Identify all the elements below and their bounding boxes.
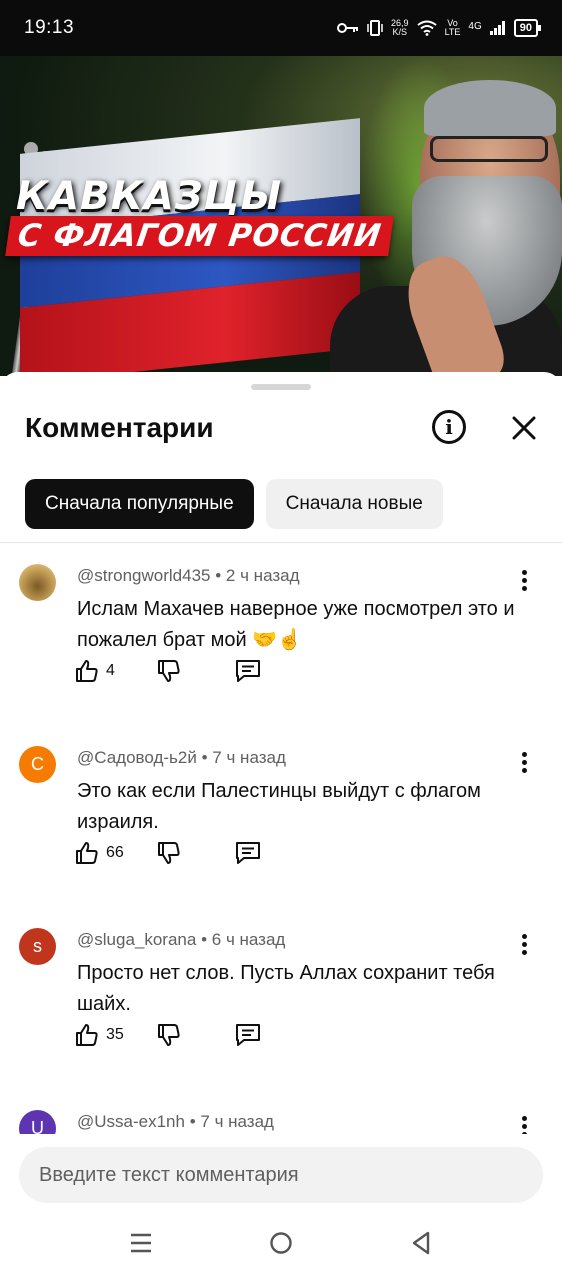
info-icon[interactable]: i: [432, 410, 466, 444]
comment-meta: @sluga_korana • 6 ч назад: [77, 930, 286, 949]
comment-actions: 35: [74, 1022, 262, 1048]
comment-author[interactable]: @Садовод-ь2й: [77, 748, 197, 767]
avatar[interactable]: U: [19, 1110, 56, 1134]
thumbs-up-icon: [76, 660, 98, 682]
system-nav-bar: [0, 1212, 562, 1280]
avatar[interactable]: s: [19, 928, 56, 965]
comment-text: Просто нет слов. Пусть Аллах сохранит те…: [77, 962, 495, 1015]
dislike-button[interactable]: [156, 1022, 234, 1048]
like-button[interactable]: 4: [74, 658, 156, 684]
more-options-icon[interactable]: [514, 934, 534, 960]
comment-time: 6 ч назад: [211, 930, 286, 949]
video-title-line-1: КАВКАЗЦЫ: [16, 174, 283, 219]
comment-text: Ислам Махачев наверное уже посмотрел это…: [77, 598, 515, 651]
comment-meta: @Ussa-ex1nh • 7 ч назад: [77, 1112, 274, 1131]
reply-comment-icon: [236, 842, 260, 864]
comment-input[interactable]: Введите текст комментария: [19, 1147, 543, 1203]
dislike-button[interactable]: [156, 840, 234, 866]
comment-time: 7 ч назад: [212, 748, 286, 767]
comments-list: @strongworld435 • 2 ч назад Ислам Махаче…: [0, 554, 562, 1134]
like-count: 4: [106, 662, 115, 679]
comment-time: 7 ч назад: [200, 1112, 274, 1131]
comment-author[interactable]: @sluga_korana: [77, 930, 196, 949]
comment-time: 2 ч назад: [225, 566, 300, 585]
wifi-icon: [416, 20, 437, 36]
avatar[interactable]: [19, 564, 56, 601]
home-icon[interactable]: [268, 1230, 294, 1256]
reply-comment-icon: [236, 1024, 260, 1046]
key-icon: [337, 23, 359, 33]
comment-item: U @Ussa-ex1nh • 7 ч назад: [0, 1100, 562, 1134]
status-bar: 19:13 26,9 K/S Vo LTE 4G 90: [0, 0, 562, 56]
close-icon[interactable]: [508, 412, 540, 444]
thumbs-down-icon: [158, 1024, 180, 1046]
thumbs-down-icon: [158, 842, 180, 864]
comment-meta: @strongworld435 • 2 ч назад: [77, 566, 300, 585]
volte-indicator: Vo LTE: [445, 19, 461, 37]
signal-icon: [489, 21, 505, 35]
avatar[interactable]: С: [19, 746, 56, 783]
comments-sheet: Комментарии i Сначала популярные Сначала…: [0, 372, 562, 1280]
comment-actions: 66: [74, 840, 262, 866]
more-options-icon[interactable]: [514, 570, 534, 596]
status-icons: 26,9 K/S Vo LTE 4G 90: [337, 19, 542, 37]
menu-icon[interactable]: [128, 1230, 154, 1256]
reply-comment-icon: [236, 660, 260, 682]
volte-bottom: LTE: [444, 27, 461, 37]
reply-button[interactable]: [234, 1022, 262, 1048]
like-count: 66: [106, 844, 124, 861]
comment-item: @strongworld435 • 2 ч назад Ислам Махаче…: [0, 554, 562, 736]
speaker-hair: [424, 80, 556, 136]
speaker-glasses: [430, 136, 548, 162]
comment-item: s @sluga_korana • 6 ч назад Просто нет с…: [0, 918, 562, 1100]
like-button[interactable]: 35: [74, 1022, 156, 1048]
video-title-line-2: С ФЛАГОМ РОССИИ: [5, 216, 395, 256]
battery-indicator: 90: [513, 19, 542, 37]
comment-meta: @Садовод-ь2й • 7 ч назад: [77, 748, 286, 767]
comments-title: Комментарии: [25, 412, 214, 443]
more-options-icon[interactable]: [514, 752, 534, 778]
video-thumbnail[interactable]: КАВКАЗЦЫ С ФЛАГОМ РОССИИ: [0, 56, 562, 376]
network-type: 4G: [468, 21, 482, 32]
sort-chips: Сначала популярные Сначала новые: [25, 479, 443, 529]
reply-button[interactable]: [234, 658, 262, 684]
chip-sort-newest[interactable]: Сначала новые: [265, 479, 443, 529]
comment-item: С @Садовод-ь2й • 7 ч назад Это как если …: [0, 736, 562, 918]
like-button[interactable]: 66: [74, 840, 156, 866]
thumbs-up-icon: [76, 1024, 98, 1046]
thumbs-down-icon: [158, 660, 180, 682]
divider: [0, 542, 562, 543]
status-time: 19:13: [24, 17, 75, 38]
net-speed-unit: K/S: [392, 27, 408, 37]
comment-actions: 4: [74, 658, 262, 684]
chip-sort-popular[interactable]: Сначала популярные: [25, 479, 254, 529]
like-count: 35: [106, 1026, 124, 1043]
drag-handle[interactable]: [251, 384, 311, 390]
net-speed: 26,9 K/S: [391, 19, 409, 37]
back-icon[interactable]: [408, 1230, 434, 1256]
thumbs-up-icon: [76, 842, 98, 864]
dislike-button[interactable]: [156, 658, 234, 684]
reply-button[interactable]: [234, 840, 262, 866]
vibrate-icon: [367, 20, 383, 36]
comment-author[interactable]: @Ussa-ex1nh: [77, 1112, 185, 1131]
comment-author[interactable]: @strongworld435: [77, 566, 211, 585]
comment-text: Это как если Палестинцы выйдут с флагом …: [77, 780, 481, 833]
more-options-icon[interactable]: [514, 1116, 534, 1134]
